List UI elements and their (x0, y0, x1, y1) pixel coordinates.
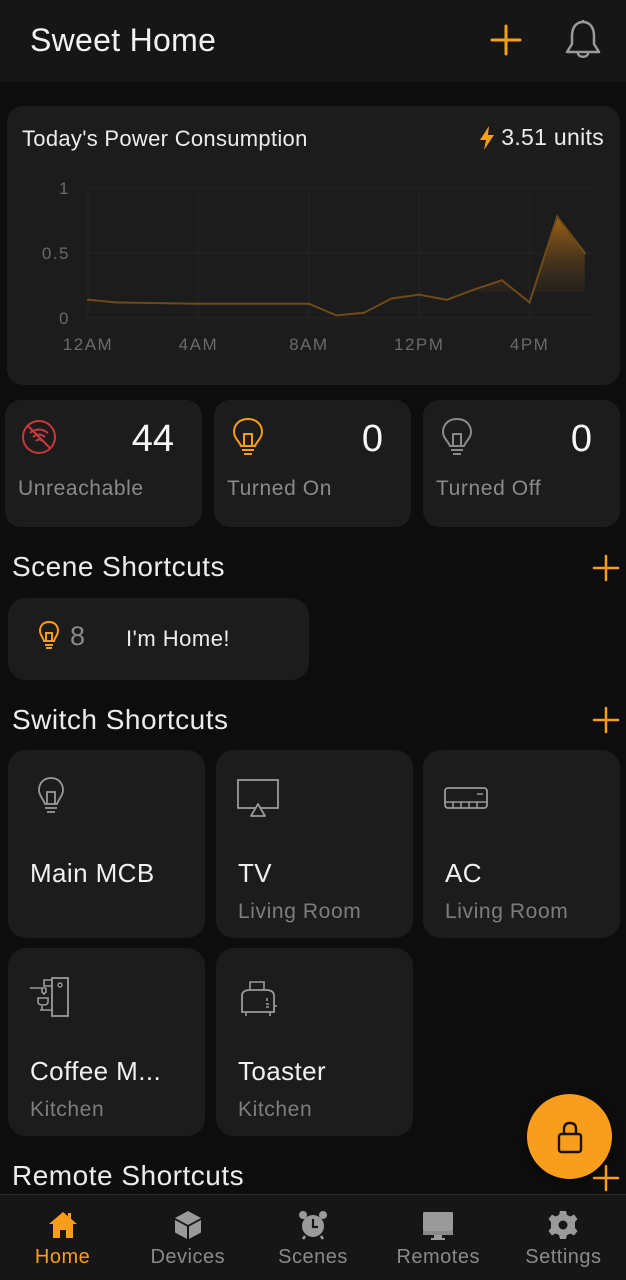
switch-name: TV (238, 858, 273, 888)
bell-icon (565, 20, 601, 58)
switch-room: Kitchen (30, 1098, 105, 1121)
scene-card-im-home[interactable]: 8 I'm Home! (8, 598, 309, 680)
nav-home[interactable]: Home (0, 1195, 125, 1280)
switch-room: Kitchen (238, 1098, 313, 1121)
stat-label: Unreachable (18, 477, 144, 500)
data-point (86, 298, 90, 301)
gear-icon (548, 1211, 578, 1239)
x-tick-label: 8AM (289, 335, 328, 354)
coffee-machine-icon (30, 977, 69, 1017)
lock-fab-button[interactable] (527, 1094, 612, 1179)
home-icon (48, 1212, 77, 1238)
switch-room: Living Room (445, 900, 569, 923)
toaster-icon (241, 981, 277, 1016)
cube-icon (174, 1211, 201, 1239)
add-scene-shortcut-button[interactable] (592, 554, 620, 582)
nav-remotes[interactable]: Remotes (376, 1195, 501, 1280)
data-point (556, 215, 559, 218)
chart-line (87, 214, 586, 317)
stat-value: 0 (570, 418, 592, 460)
data-point (114, 301, 117, 304)
bottom-navigation: Home Devices Scenes Remotes Settings (0, 1194, 626, 1280)
stat-turned-off[interactable]: 0 Turned Off (423, 400, 620, 527)
switch-main-mcb[interactable]: Main MCB (8, 750, 205, 938)
add-switch-shortcut-button[interactable] (592, 706, 620, 734)
home-title: Sweet Home (30, 22, 217, 58)
stat-turned-on[interactable]: 0 Turned On (214, 400, 411, 527)
nav-label: Devices (150, 1246, 226, 1268)
switch-ac[interactable]: AC Living Room (423, 750, 620, 938)
data-point (197, 302, 200, 305)
tv-icon (237, 779, 279, 817)
bulb-on-icon (232, 417, 264, 455)
switch-name: AC (445, 858, 482, 888)
bulb-off-icon (441, 417, 473, 455)
x-tick-label: 12AM (63, 335, 113, 354)
data-point (473, 288, 476, 291)
data-point (583, 251, 586, 255)
data-point (335, 314, 338, 317)
plus-icon (490, 24, 522, 56)
remote-shortcuts-title: Remote Shortcuts (12, 1160, 245, 1191)
switch-name: Main MCB (30, 858, 155, 888)
data-point (418, 293, 421, 296)
data-point (500, 279, 504, 282)
scene-device-count: 8 (70, 621, 86, 651)
nav-label: Settings (525, 1246, 602, 1268)
stat-label: Turned Off (436, 477, 542, 500)
nav-label: Scenes (278, 1246, 348, 1268)
x-tick-label: 4PM (510, 335, 549, 354)
power-consumption-card[interactable]: Today's Power Consumption 3.51 units 0 0.… (7, 106, 620, 385)
stat-value: 44 (131, 418, 174, 460)
monitor-icon (423, 1212, 454, 1240)
add-button[interactable] (488, 22, 524, 58)
y-tick-label: 1 (59, 179, 70, 198)
nav-devices[interactable]: Devices (125, 1195, 250, 1280)
plus-icon (592, 554, 620, 582)
nav-label: Remotes (396, 1246, 480, 1268)
data-point (528, 301, 531, 304)
nav-scenes[interactable]: Scenes (250, 1195, 375, 1280)
data-point (445, 298, 448, 301)
switch-toaster[interactable]: Toaster Kitchen (216, 948, 413, 1136)
switch-tv[interactable]: TV Living Room (216, 750, 413, 938)
lock-icon (557, 1121, 582, 1153)
plus-icon (592, 706, 620, 734)
nav-settings[interactable]: Settings (501, 1195, 626, 1280)
bulb-icon (38, 620, 60, 649)
notifications-button[interactable] (562, 18, 604, 62)
switch-name: Coffee M... (30, 1056, 162, 1086)
stat-unreachable[interactable]: 44 Unreachable (5, 400, 202, 527)
app-header: Sweet Home (0, 0, 626, 82)
alarm-clock-icon (299, 1211, 327, 1240)
switch-room: Living Room (238, 900, 362, 923)
stat-value: 0 (361, 418, 383, 460)
nav-label: Home (34, 1246, 91, 1268)
wifi-off-icon (22, 420, 56, 454)
switch-shortcuts-title: Switch Shortcuts (12, 704, 229, 735)
y-tick-label: 0 (59, 309, 70, 328)
power-chart: 0 0.5 1 12AM 4AM 8AM 12PM 4PM (42, 179, 595, 354)
x-tick-label: 4AM (179, 335, 218, 354)
y-tick-label: 0.5 (42, 244, 70, 263)
stat-label: Turned On (227, 477, 333, 500)
bulb-icon (38, 777, 64, 813)
scene-name: I'm Home! (126, 626, 231, 651)
data-point (390, 297, 393, 300)
air-conditioner-icon (444, 787, 488, 809)
switch-name: Toaster (238, 1056, 327, 1086)
switch-coffee-machine[interactable]: Coffee M... Kitchen (8, 948, 205, 1136)
chart-area (88, 216, 585, 292)
scene-shortcuts-title: Scene Shortcuts (12, 551, 225, 582)
x-tick-label: 12PM (394, 335, 444, 354)
data-point (307, 302, 310, 305)
data-point (362, 311, 366, 314)
